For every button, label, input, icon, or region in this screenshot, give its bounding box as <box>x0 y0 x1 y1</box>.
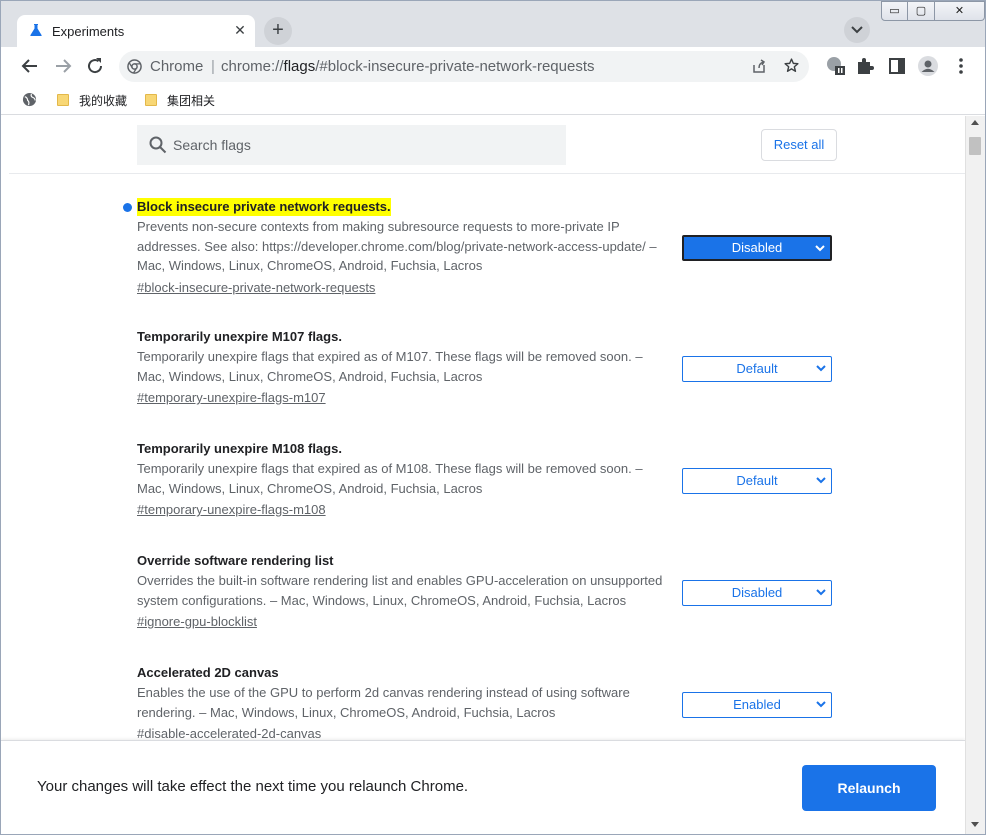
flag-permalink[interactable]: #block-insecure-private-network-requests <box>137 279 375 297</box>
bookmark-label: 我的收藏 <box>79 93 128 108</box>
folder-icon <box>57 94 69 106</box>
tab-search-button[interactable] <box>844 17 870 43</box>
search-box <box>137 125 566 165</box>
flag-description: Temporarily unexpire flags that expired … <box>137 461 643 496</box>
scroll-thumb[interactable] <box>969 137 981 155</box>
flag-state-value: Disabled <box>731 240 783 255</box>
minimize-button[interactable]: ▭ <box>881 1 908 21</box>
forward-arrow-icon[interactable] <box>51 54 75 78</box>
apps-globe-icon[interactable] <box>22 92 37 107</box>
tab-title: Experiments <box>52 24 125 39</box>
window-controls: ▭ ▢ ✕ <box>881 1 985 21</box>
tab-strip: Experiments ✕ + ▭ ▢ ✕ <box>1 1 985 47</box>
flask-icon <box>30 24 42 36</box>
chevron-down-icon <box>851 26 863 34</box>
flag-description: Temporarily unexpire flags that expired … <box>137 349 643 384</box>
relaunch-button[interactable]: Relaunch <box>802 765 936 811</box>
flag-entry: Accelerated 2D canvas Enables the use of… <box>137 664 837 740</box>
flag-title: Temporarily unexpire M107 flags. <box>137 329 342 344</box>
flag-permalink[interactable]: #temporary-unexpire-flags-m107 <box>137 389 326 407</box>
flag-state-value: Default <box>736 473 778 488</box>
url-host: flags <box>283 58 316 75</box>
url-path: /#block-insecure-private-network-request… <box>315 58 595 75</box>
site-label: Chrome <box>150 58 204 75</box>
flag-permalink[interactable]: #disable-accelerated-2d-canvas <box>137 725 321 740</box>
back-arrow-icon[interactable] <box>18 54 42 78</box>
flag-description: Enables the use of the GPU to perform 2d… <box>137 685 630 720</box>
chevron-down-icon <box>815 245 825 252</box>
reset-all-button[interactable]: Reset all <box>761 129 837 161</box>
bookmark-folder-group[interactable]: 集团相关 <box>145 91 215 109</box>
profile-avatar-icon[interactable] <box>916 54 940 78</box>
flag-permalink[interactable]: #ignore-gpu-blocklist <box>137 613 257 631</box>
extensions-puzzle-icon[interactable] <box>853 54 877 78</box>
flag-state-select[interactable]: Default <box>682 356 832 382</box>
relaunch-footer: Your changes will take effect the next t… <box>1 740 965 834</box>
address-bar[interactable]: Chrome | chrome://flags/#block-insecure-… <box>119 51 809 82</box>
bookmarks-bar: 我的收藏 集团相关 <box>1 85 985 115</box>
flag-title: Override software rendering list <box>137 553 334 568</box>
flag-state-value: Enabled <box>733 697 781 712</box>
modified-indicator-dot <box>123 203 132 212</box>
flag-description: Overrides the built-in software renderin… <box>137 573 663 608</box>
flag-state-select[interactable]: Disabled <box>682 235 832 261</box>
folder-icon <box>145 94 157 106</box>
search-icon <box>149 136 167 154</box>
chevron-down-icon <box>816 365 826 372</box>
scroll-up-arrow-icon[interactable] <box>971 120 979 125</box>
vertical-scrollbar[interactable] <box>965 116 985 834</box>
share-icon[interactable] <box>751 58 767 74</box>
flag-description: Prevents non-secure contexts from making… <box>137 219 657 273</box>
relaunch-message: Your changes will take effect the next t… <box>37 778 469 795</box>
flag-entry: Override software rendering list Overrid… <box>137 552 837 631</box>
flag-state-select[interactable]: Disabled <box>682 580 832 606</box>
close-window-button[interactable]: ✕ <box>935 1 985 21</box>
side-panel-icon[interactable] <box>885 54 909 78</box>
tab-close-icon[interactable]: ✕ <box>231 21 249 39</box>
flag-state-select[interactable]: Enabled <box>682 692 832 718</box>
chrome-logo-icon <box>127 59 142 74</box>
new-tab-button[interactable]: + <box>264 17 292 45</box>
flags-header: Reset all <box>9 116 965 174</box>
flag-entry: Temporarily unexpire M108 flags. Tempora… <box>137 440 837 519</box>
flag-state-value: Disabled <box>731 585 783 600</box>
bookmark-label: 集团相关 <box>167 93 216 108</box>
flag-entry: Temporarily unexpire M107 flags. Tempora… <box>137 328 837 407</box>
chevron-down-icon <box>816 701 826 708</box>
flag-title: Block insecure private network requests. <box>137 198 391 216</box>
tab-experiments[interactable]: Experiments ✕ <box>17 15 255 47</box>
url-text: chrome://flags/#block-insecure-private-n… <box>221 58 595 75</box>
url-scheme: chrome:// <box>221 58 284 75</box>
search-flags-input[interactable] <box>173 125 553 165</box>
browser-window: Experiments ✕ + ▭ ▢ ✕ Chrome | chrome://… <box>0 0 986 835</box>
chevron-down-icon <box>816 589 826 596</box>
flag-entry: Block insecure private network requests.… <box>123 198 837 297</box>
bookmark-star-icon[interactable] <box>783 57 800 74</box>
url-separator: | <box>211 58 215 75</box>
flag-state-value: Default <box>736 361 778 376</box>
bookmark-folder-favorites[interactable]: 我的收藏 <box>57 91 127 109</box>
flags-page: Reset all Block insecure private network… <box>1 116 965 740</box>
reload-icon[interactable] <box>83 54 107 78</box>
kebab-menu-icon[interactable] <box>949 54 973 78</box>
maximize-button[interactable]: ▢ <box>908 1 935 21</box>
flag-permalink[interactable]: #temporary-unexpire-flags-m108 <box>137 501 326 519</box>
flag-title: Temporarily unexpire M108 flags. <box>137 441 342 456</box>
chevron-down-icon <box>816 477 826 484</box>
translate-extension-icon[interactable] <box>823 54 847 78</box>
flag-state-select[interactable]: Default <box>682 468 832 494</box>
toolbar: Chrome | chrome://flags/#block-insecure-… <box>1 47 985 85</box>
flag-title: Accelerated 2D canvas <box>137 665 279 680</box>
scroll-down-arrow-icon[interactable] <box>971 822 979 827</box>
